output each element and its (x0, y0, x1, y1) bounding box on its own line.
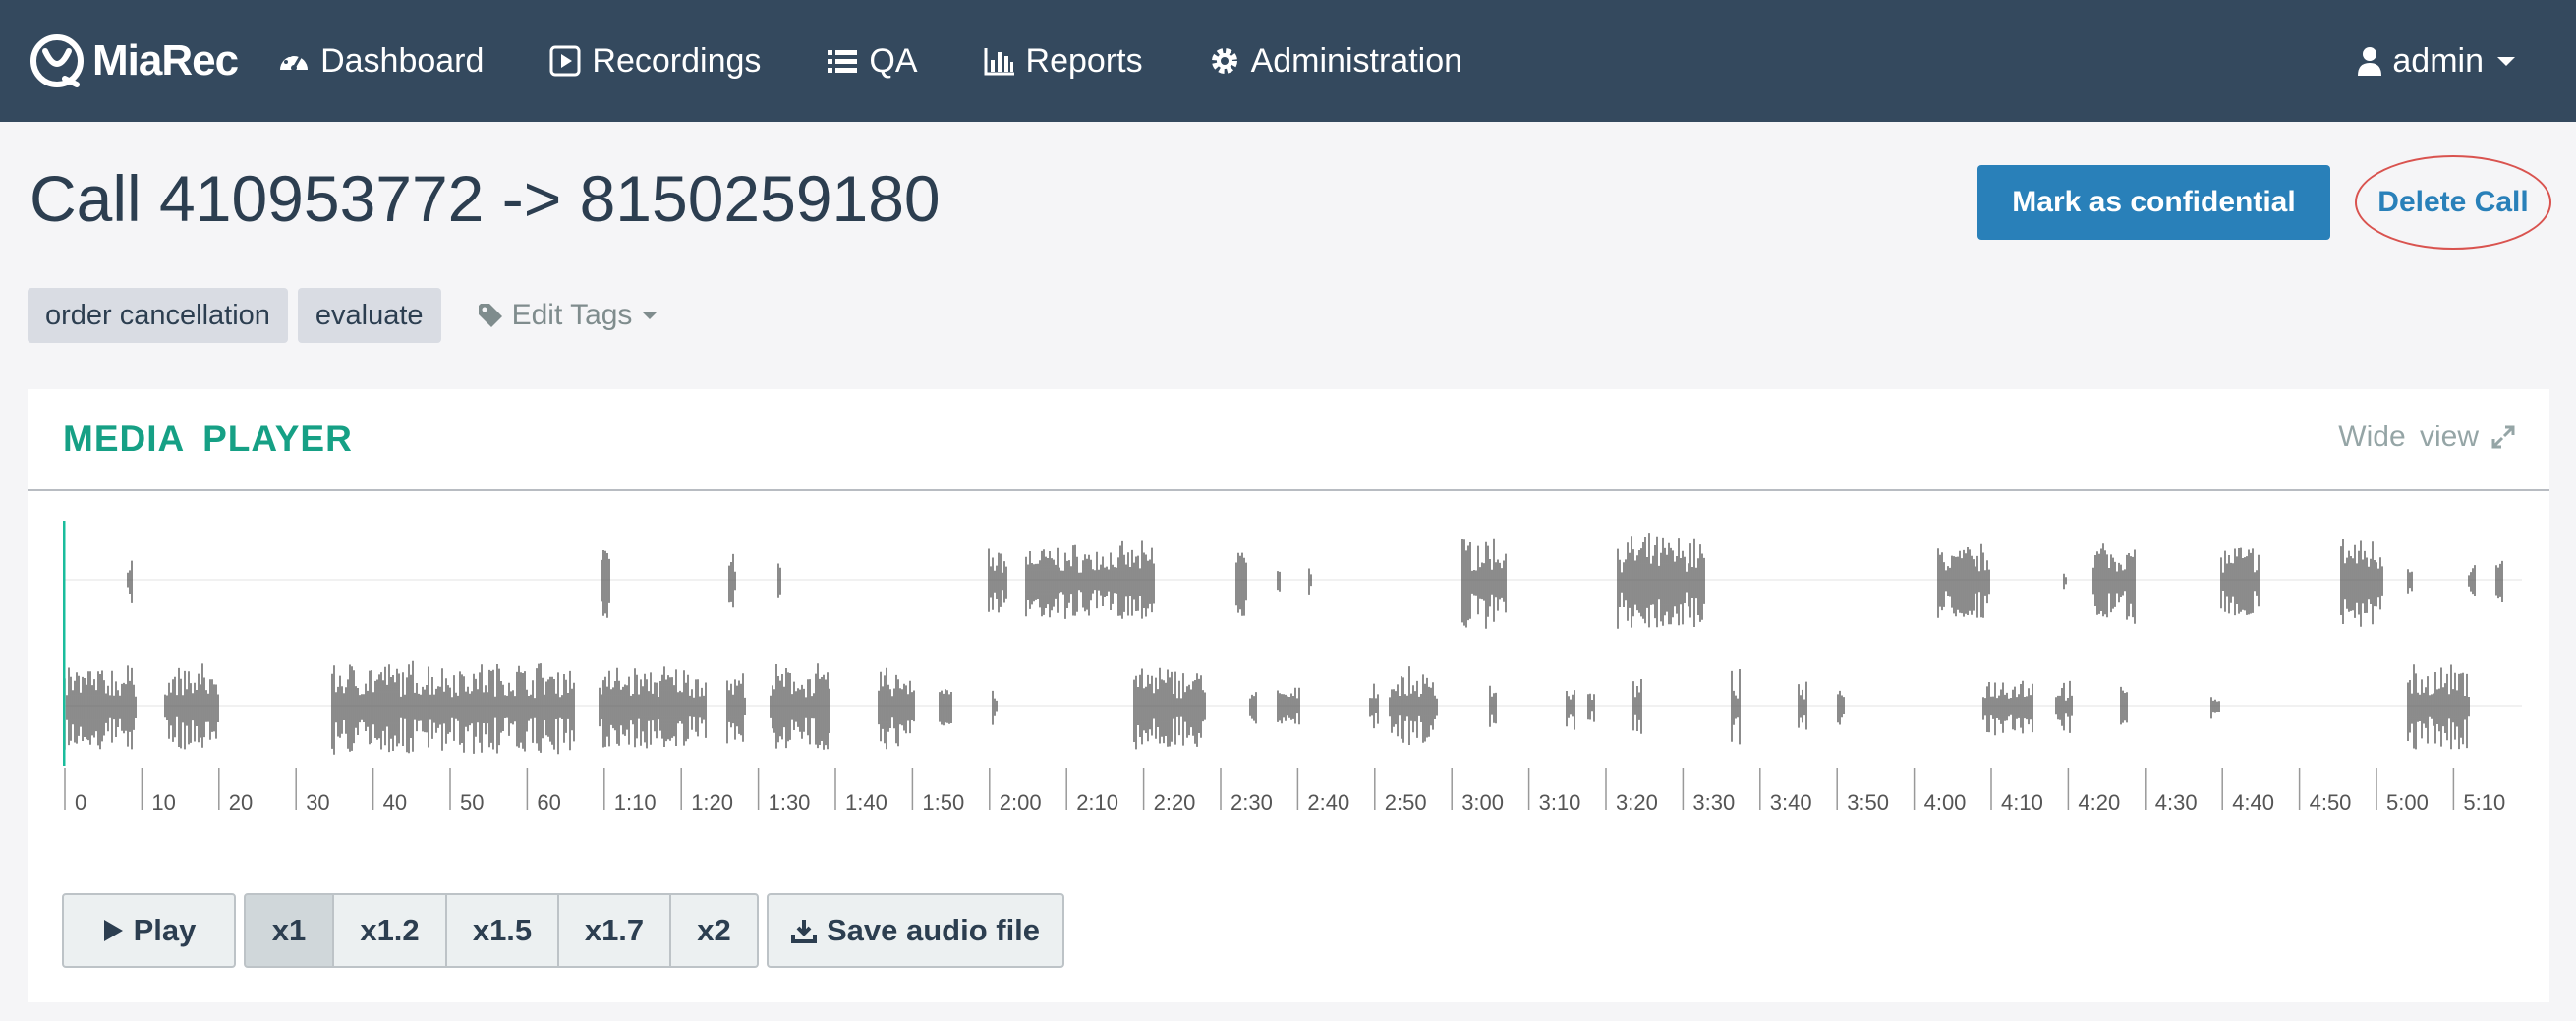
waveform-channel-1 (63, 533, 2522, 629)
timeline-label: 1:20 (691, 790, 733, 810)
nav-dashboard[interactable]: Dashboard (277, 42, 484, 81)
user-icon (2358, 47, 2382, 76)
edit-tags-dropdown[interactable]: Edit Tags (477, 299, 658, 332)
nav-reports-label: Reports (1025, 41, 1143, 80)
save-audio-button[interactable]: Save audio file (767, 893, 1064, 968)
tag-evaluate[interactable]: evaluate (297, 288, 441, 343)
delete-call-link[interactable]: Delete Call (2355, 155, 2551, 250)
play-icon (103, 920, 123, 941)
media-player-title: MEDIA PLAYER (63, 419, 353, 459)
timeline-label: 0 (75, 790, 86, 810)
tag-icon (478, 304, 502, 327)
nav-recordings-label: Recordings (592, 41, 762, 80)
nav-recordings[interactable]: Recordings (548, 42, 761, 81)
speed-x2-button[interactable]: x2 (669, 893, 759, 968)
timeline-label: 3:30 (1692, 790, 1735, 810)
wide-view-label: Wide view (2338, 421, 2479, 453)
timeline-label: 3:20 (1616, 790, 1658, 810)
speed-x1-button[interactable]: x1 (244, 893, 334, 968)
user-menu[interactable]: admin (2357, 0, 2515, 122)
miarec-logo-icon (30, 34, 84, 87)
nav-dashboard-label: Dashboard (320, 41, 485, 80)
speed-x1-2-button[interactable]: x1.2 (332, 893, 447, 968)
play-label: Play (133, 913, 197, 947)
play-button[interactable]: Play (62, 893, 236, 968)
chevron-down-icon (642, 312, 658, 319)
nav-administration-label: Administration (1250, 41, 1463, 80)
nav-qa[interactable]: QA (826, 41, 918, 81)
play-square-icon (549, 45, 581, 77)
speed-x1-5-button[interactable]: x1.5 (445, 893, 559, 968)
timeline-label: 40 (383, 790, 407, 810)
timeline-label: 4:40 (2232, 790, 2274, 810)
top-navbar: MiaRec Dashboard Recordings QA Reports A… (0, 0, 2576, 122)
brand[interactable]: MiaRec (29, 33, 239, 88)
timeline-label: 1:40 (845, 790, 887, 810)
timeline-label: 3:50 (1847, 790, 1889, 810)
timeline-axis: 0 10 20 30 40 50 60 1:10 1:20 1:30 1:40 1:50 2:00 2:1… (64, 768, 2505, 810)
timeline-label: 3:10 (1539, 790, 1581, 810)
timeline-label: 5:10 (2463, 790, 2505, 810)
timeline-label: 30 (306, 790, 329, 810)
user-name: admin (2392, 41, 2484, 80)
timeline-label: 3:00 (1461, 790, 1504, 810)
timeline-label: 4:50 (2310, 790, 2352, 810)
timeline-label: 4:00 (1924, 790, 1967, 810)
edit-tags-label: Edit Tags (511, 299, 633, 331)
timeline-label: 60 (537, 790, 560, 810)
timeline-label: 20 (229, 790, 253, 810)
download-icon (790, 920, 817, 943)
tag-order-cancellation[interactable]: order cancellation (28, 288, 288, 343)
timeline-label: 2:00 (1000, 790, 1042, 810)
timeline-label: 5:00 (2386, 790, 2429, 810)
timeline-label: 2:40 (1307, 790, 1349, 810)
audio-waveform[interactable]: 0 10 20 30 40 50 60 1:10 1:20 1:30 1:40 1:50 2:00 2:1… (63, 521, 2522, 810)
expand-icon (2491, 425, 2515, 449)
page-title: Call 410953772 -> 8150259180 (29, 162, 941, 235)
timeline-label: 2:20 (1154, 790, 1196, 810)
timeline-label: 50 (460, 790, 484, 810)
speed-x1-7-button[interactable]: x1.7 (557, 893, 671, 968)
nav-administration[interactable]: Administration (1208, 42, 1462, 81)
timeline-label: 1:30 (769, 790, 811, 810)
dashboard-icon (280, 52, 309, 71)
brand-name: MiaRec (92, 36, 239, 85)
bar-chart-icon (984, 48, 1014, 76)
timeline-label: 4:20 (2078, 790, 2120, 810)
mark-confidential-button[interactable]: Mark as confidential (1977, 165, 2330, 240)
nav-qa-label: QA (869, 41, 918, 80)
gear-icon (1211, 48, 1237, 74)
list-icon (828, 50, 858, 73)
waveform-channel-2 (63, 660, 2522, 755)
timeline-label: 4:30 (2155, 790, 2198, 810)
timeline-label: 10 (151, 790, 175, 810)
timeline-label: 2:50 (1385, 790, 1427, 810)
media-player-panel: MEDIA PLAYER Wide view 0 10 20 30 40 50 60 1:10… (28, 389, 2549, 1002)
save-audio-label: Save audio file (826, 913, 1041, 947)
timeline-label: 3:40 (1770, 790, 1812, 810)
timeline-label: 1:50 (922, 790, 964, 810)
timeline-label: 2:30 (1231, 790, 1273, 810)
main-nav: Dashboard Recordings QA Reports Administ… (277, 42, 1527, 81)
nav-reports[interactable]: Reports (983, 42, 1143, 81)
player-controls: Play x1 x1.2 x1.5 x1.7 x2 Save audio fil… (62, 893, 1064, 968)
timeline-label: 1:10 (614, 790, 657, 810)
timeline-label: 4:10 (2001, 790, 2043, 810)
timeline-label: 2:10 (1076, 790, 1118, 810)
tag-list: order cancellation evaluate Edit Tags (28, 288, 658, 343)
wide-view-toggle[interactable]: Wide view (2338, 421, 2516, 454)
playback-speed-group: x1 x1.2 x1.5 x1.7 x2 (244, 893, 759, 968)
chevron-down-icon (2497, 56, 2515, 66)
media-player-heading: MEDIA PLAYER Wide view (28, 389, 2549, 491)
